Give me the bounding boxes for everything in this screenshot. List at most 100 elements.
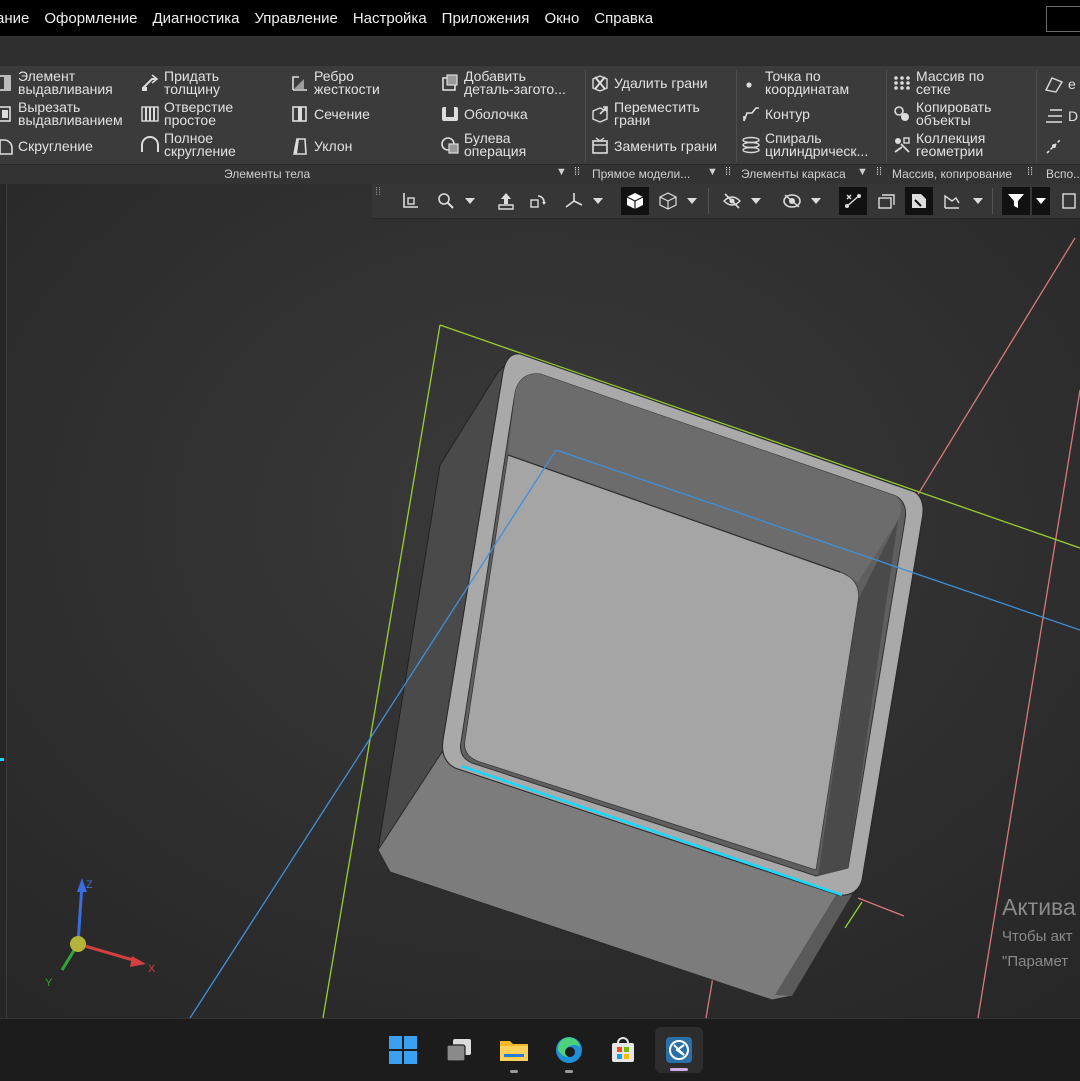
menu-item-applications[interactable]: Приложения (435, 10, 538, 27)
activation-watermark-line2: "Парамет (1002, 953, 1069, 970)
toolbar-separator (708, 188, 709, 214)
extrude-icon (0, 73, 14, 93)
full-round-button[interactable]: Полное скругление (140, 131, 236, 158)
shaded-cube-icon[interactable] (621, 187, 649, 215)
wireframe-cube-icon[interactable] (654, 187, 682, 215)
task-view-icon[interactable] (442, 1033, 476, 1067)
delete-faces-icon (590, 73, 610, 93)
microsoft-store-icon[interactable] (606, 1033, 640, 1067)
grid-array-icon (892, 73, 912, 93)
axis-triad: Z X Y (45, 878, 156, 989)
menu-item-settings[interactable]: Настройка (346, 10, 435, 27)
ribbon-tab-row (0, 36, 1080, 67)
extrude-button[interactable]: Элемент выдавливания (0, 69, 113, 96)
rib-button[interactable]: Ребро жесткости (290, 69, 380, 96)
menu-item-design[interactable]: Оформление (37, 10, 145, 27)
section-view-icon[interactable] (778, 187, 806, 215)
left-strip-marker (0, 758, 4, 761)
draft-icon (290, 136, 310, 156)
fillet-button[interactable]: Скругление (0, 136, 93, 156)
delete-faces-button[interactable]: Удалить грани (590, 73, 708, 93)
geometry-collection-button[interactable]: Коллекция геометрии (892, 131, 985, 158)
file-explorer-icon[interactable] (497, 1033, 531, 1073)
rotate-icon[interactable] (524, 187, 552, 215)
contour-button[interactable]: Контур (741, 104, 810, 124)
copy-objects-button[interactable]: Копировать объекты (892, 100, 991, 127)
draft-button[interactable]: Уклон (290, 136, 352, 156)
layers-icon[interactable] (872, 187, 900, 215)
model-viewport[interactable]: Z X Y Актива Чтобы акт "Парамет (0, 184, 1080, 1018)
triad-y-label: Y (45, 977, 53, 989)
edge-browser-icon[interactable] (552, 1033, 586, 1073)
search-box[interactable] (1046, 6, 1080, 32)
model-scene (0, 184, 1080, 1018)
ribbon: Элемент выдавливания Вырезать выдавливание… (0, 66, 1080, 185)
zoom-dropdown-icon[interactable] (462, 187, 478, 215)
snap-points-icon[interactable] (839, 187, 867, 215)
kompas-3d-app-icon[interactable] (655, 1027, 703, 1073)
point-by-coordinates-button[interactable]: Точка по координатам (741, 69, 849, 96)
extra-toolbar-icon[interactable] (1058, 187, 1080, 215)
menu-item-help[interactable]: Справка (587, 10, 661, 27)
selection-filter-icon[interactable] (1002, 187, 1030, 215)
spiral-icon (741, 135, 761, 155)
replace-faces-button[interactable]: Заменить грани (590, 136, 717, 156)
group-expand-icon[interactable]: ▼ (556, 166, 567, 178)
aux-command-mid[interactable]: D (1044, 106, 1078, 126)
orientation-icon[interactable] (396, 187, 424, 215)
menu-item-construction[interactable]: ание (0, 10, 37, 27)
group-expand-icon[interactable]: ▼ (857, 166, 868, 178)
group-label-wireframe: Элементы каркаса (741, 167, 846, 181)
menu-item-window[interactable]: Окно (537, 10, 587, 27)
zoom-icon[interactable] (432, 187, 460, 215)
section-dropdown-icon[interactable] (808, 187, 824, 215)
pan-icon[interactable] (492, 187, 520, 215)
ribbon-separator (886, 70, 887, 162)
ribbon-separator (736, 70, 737, 162)
hide-dropdown-icon[interactable] (748, 187, 764, 215)
boolean-button[interactable]: Булева операция (440, 131, 526, 158)
replace-faces-icon (590, 136, 610, 156)
group-expand-icon[interactable]: ▼ (707, 166, 718, 178)
ribbon-separator (1036, 70, 1037, 162)
selection-filter-dropdown-icon[interactable] (1032, 187, 1050, 215)
display-dropdown-icon[interactable] (684, 187, 700, 215)
add-blank-part-button[interactable]: Добавить деталь-загото... (440, 69, 566, 96)
cylindrical-spiral-button[interactable]: Спираль цилиндрическ... (741, 131, 868, 158)
aux-axis-icon (1044, 136, 1064, 156)
filters-view-icon[interactable] (938, 187, 966, 215)
ribbon-separator (585, 70, 586, 162)
view-dropdown-icon[interactable] (590, 187, 606, 215)
hide-icon[interactable] (718, 187, 746, 215)
section-icon (290, 104, 310, 124)
fillet-icon (0, 136, 14, 156)
move-faces-icon (590, 104, 610, 124)
cut-extrude-button[interactable]: Вырезать выдавливанием (0, 100, 123, 127)
section-button[interactable]: Сечение (290, 104, 370, 124)
menu-item-diagnostics[interactable]: Диагностика (145, 10, 247, 27)
filters-view-dropdown-icon[interactable] (970, 187, 986, 215)
aux-command-bottom[interactable] (1044, 136, 1068, 156)
group-label-array: Массив, копирование (892, 167, 1013, 181)
cut-extrude-icon (0, 104, 14, 124)
rib-icon (290, 73, 310, 93)
thicken-icon (140, 73, 160, 93)
running-indicator (510, 1070, 518, 1073)
perspective-icon[interactable] (905, 187, 933, 215)
menu-item-management[interactable]: Управление (247, 10, 345, 27)
triad-z-label: Z (86, 879, 93, 891)
move-faces-button[interactable]: Переместить грани (590, 100, 700, 127)
point-icon (741, 73, 761, 93)
shell-button[interactable]: Оболочка (440, 104, 528, 124)
windows-start-icon[interactable] (386, 1033, 420, 1067)
thicken-button[interactable]: Придать толщину (140, 69, 220, 96)
aux-offset-plane-icon (1044, 106, 1064, 126)
geometry-collection-icon (892, 135, 912, 155)
view-axes-icon[interactable] (560, 187, 588, 215)
group-grip-icon: ⁞⁞ (574, 166, 581, 178)
group-grip-icon: ⁞⁞ (725, 166, 732, 178)
aux-command-top[interactable]: е (1044, 74, 1076, 94)
grid-array-button[interactable]: Массив по сетке (892, 69, 984, 96)
activation-watermark-title: Актива (1002, 894, 1076, 920)
hole-button[interactable]: Отверстие простое (140, 100, 233, 127)
